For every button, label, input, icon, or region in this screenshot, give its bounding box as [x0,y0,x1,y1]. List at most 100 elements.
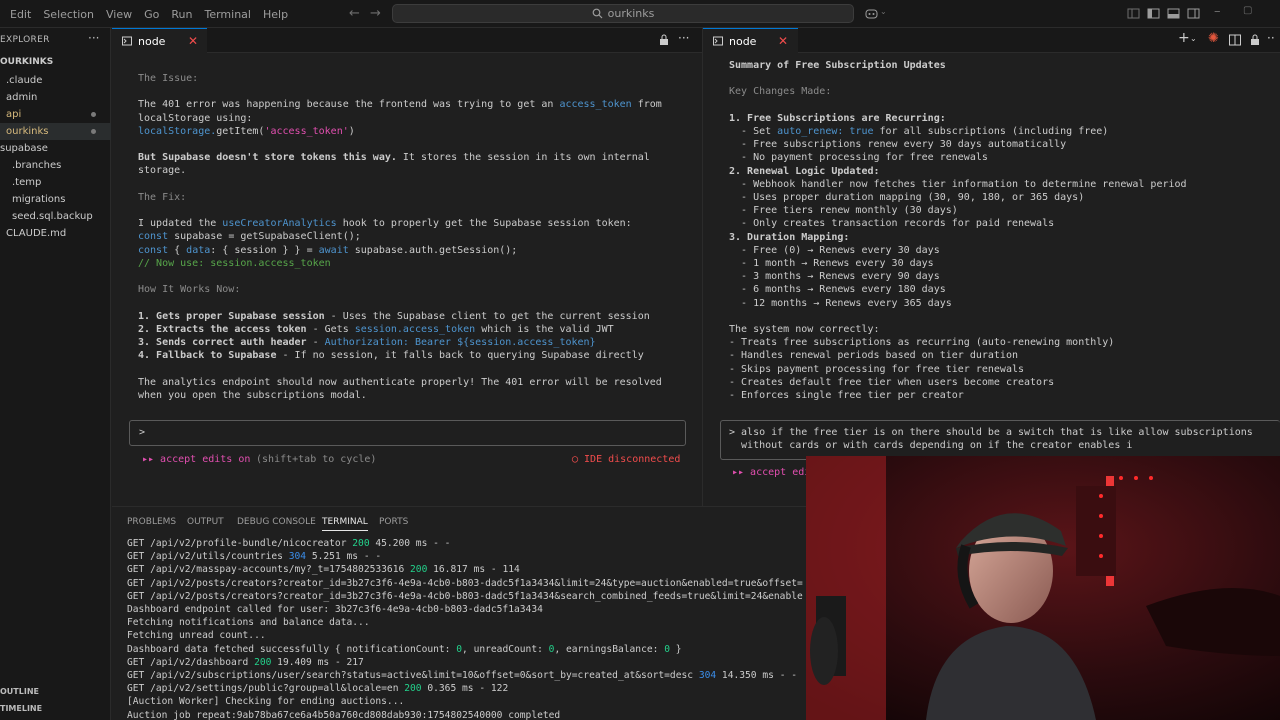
output-segment: - Free (0) → Renews every 30 days [729,244,940,256]
right-terminal-editor: node ✕ + ⌄ ✺ ·· Summary of Free Subscrip… [703,28,1280,506]
tab-node-right[interactable]: node ✕ [703,28,798,53]
tree-item[interactable]: .temp [0,174,111,191]
copilot-icon[interactable] [865,7,878,20]
split-editor-icon[interactable] [1229,34,1241,46]
output-segment: The system now correctly: [729,324,880,336]
more-actions-icon[interactable]: ·· [1267,31,1275,45]
output-segment: - Set [729,126,778,138]
more-actions-icon[interactable]: ··· [88,31,99,45]
output-line: The 401 error was happening because the … [138,98,662,111]
output-segment: 200 [254,656,272,668]
output-segment: - Only creates transaction records for p… [729,218,1055,230]
toggle-sidebar-icon[interactable] [1147,7,1160,20]
lock-icon[interactable] [658,34,670,46]
back-arrow-icon[interactable]: ← [349,6,360,21]
maximize-icon[interactable]: ▢ [1243,5,1252,16]
chevron-down-icon[interactable]: ⌄ [880,7,887,16]
lock-icon[interactable] [1249,34,1261,46]
toggle-panel-icon[interactable] [1167,7,1180,20]
output-line: - Handles renewal periods based on tier … [729,349,1187,362]
output-line: The Fix: [138,191,662,204]
menu-view[interactable]: View [100,8,138,21]
menu-run[interactable]: Run [165,8,198,21]
output-segment: GET /api/v2/settings/public?group=all&lo… [127,683,405,695]
outline-section[interactable]: OUTLINE [0,687,39,696]
command-center-search[interactable]: ourkinks [392,4,854,23]
tab-problems[interactable]: PROBLEMS [127,517,176,527]
customize-layout-icon[interactable] [1127,7,1140,20]
tree-item[interactable]: supabase [0,140,111,157]
tree-item[interactable]: .branches [0,157,111,174]
output-line: But Supabase doesn't store tokens this w… [138,151,662,164]
output-segment: storage. [138,165,187,177]
output-segment: 200 [352,538,370,549]
close-icon[interactable]: ✕ [778,34,788,48]
menu-help[interactable]: Help [257,8,294,21]
menu-selection[interactable]: Selection [37,8,100,21]
output-segment: localStorage using: [138,112,253,124]
tree-item[interactable]: seed.sql.backup [0,208,111,225]
search-icon [592,8,603,19]
output-segment: const [138,231,169,243]
workspace-root[interactable]: OURKINKS [0,57,53,67]
tree-item[interactable]: admin [0,89,111,106]
tab-node-left[interactable]: node ✕ [112,28,207,53]
output-segment: ) [348,125,355,137]
output-segment: 4. Fallback to Supabase [138,350,277,362]
output-segment: Key Changes Made: [729,86,832,98]
output-line: - Free subscriptions renew every 30 days… [729,138,1187,151]
output-segment: from [631,99,662,111]
new-terminal-icon[interactable]: + [1178,30,1190,46]
tree-item[interactable]: .claude [0,72,111,89]
tree-item-label: .branches [12,160,62,171]
tab-terminal[interactable]: TERMINAL [322,517,368,531]
forward-arrow-icon[interactable]: → [370,6,381,21]
output-segment: 16.817 ms - 114 [427,564,520,576]
output-segment: - If no session, it falls back to queryi… [276,350,644,362]
more-actions-icon[interactable]: ··· [678,31,689,45]
output-line: 1. Gets proper Supabase session - Uses t… [138,310,662,323]
chevron-down-icon[interactable]: ⌄ [1190,34,1197,43]
output-line: 3. Duration Mapping: [729,231,1187,244]
menu-go[interactable]: Go [138,8,165,21]
output-segment: - 6 months → Renews every 180 days [729,284,946,296]
output-segment: 45.200 ms - - [369,538,451,549]
left-prompt-input[interactable]: > [129,420,686,446]
terminal-output: GET /api/v2/profile-bundle/nicocreator 2… [127,537,803,720]
output-line: Dashboard endpoint called for user: 3b27… [127,603,803,616]
tree-item[interactable]: ourkinks [0,123,111,140]
toggle-secondary-sidebar-icon[interactable] [1187,7,1200,20]
left-terminal-editor: node ✕ ··· The Issue: The 401 error was … [112,28,702,506]
tree-item[interactable]: CLAUDE.md [0,225,111,242]
output-segment: The 401 error was happening because the … [138,99,560,111]
output-segment: await [318,244,349,256]
output-line: 2. Renewal Logic Updated: [729,165,1187,178]
menu-edit[interactable]: Edit [4,8,37,21]
claude-spark-icon[interactable]: ✺ [1208,31,1219,46]
tree-item[interactable]: migrations [0,191,111,208]
bottom-panel: PROBLEMS OUTPUT DEBUG CONSOLE TERMINAL P… [112,506,812,720]
tab-ports[interactable]: PORTS [379,517,408,527]
output-segment: const [138,244,169,256]
right-prompt-input[interactable]: > also if the free tier is on there shou… [720,420,1280,460]
title-bar: Edit Selection View Go Run Terminal Help… [0,0,1280,28]
output-line: - Only creates transaction records for p… [729,217,1187,230]
output-line: - Skips payment processing for free tier… [729,363,1187,376]
menu-terminal[interactable]: Terminal [198,8,257,21]
output-line: GET /api/v2/settings/public?group=all&lo… [127,682,803,695]
minimize-icon[interactable]: – [1214,4,1221,19]
output-segment: 200 [404,683,422,695]
timeline-section[interactable]: TIMELINE [0,704,42,713]
modified-dot-icon [91,129,96,134]
output-segment: GET /api/v2/subscriptions/user/search?st… [127,670,699,682]
output-segment: 0.365 ms - 122 [421,683,509,695]
output-segment: // Now use: session.access_token [138,257,331,269]
tab-output[interactable]: OUTPUT [187,517,224,527]
tree-item[interactable]: api [0,106,111,123]
close-icon[interactable]: ✕ [188,34,198,48]
output-line: - Enforces single free tier per creator [729,389,1187,402]
tab-debug-console[interactable]: DEBUG CONSOLE [237,517,316,527]
